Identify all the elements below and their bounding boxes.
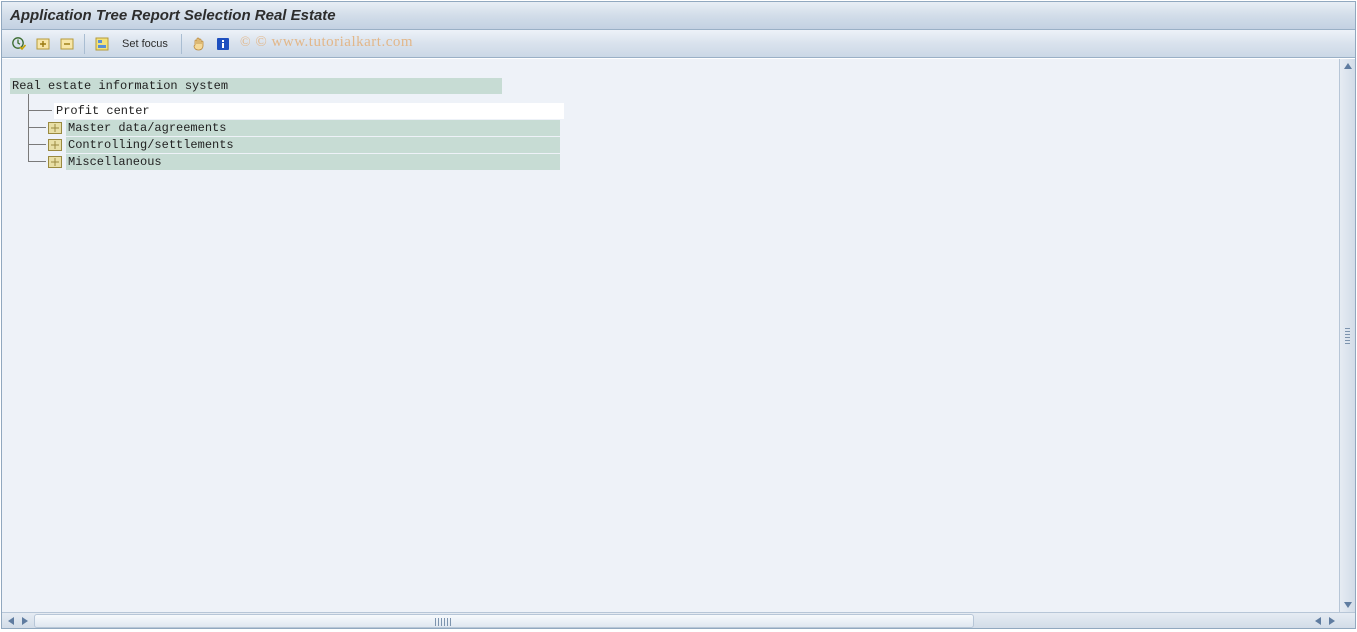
tree-node-label: Master data/agreements [66,120,560,136]
expand-node-button[interactable] [32,33,54,55]
hand-icon [191,36,207,52]
app-window: Application Tree Report Selection Real E… [1,1,1356,629]
tree-node-label: Profit center [54,103,564,119]
folder-closed-icon [48,156,62,168]
tree-node-label: Controlling/settlements [66,137,560,153]
scroll-up-icon[interactable] [1341,59,1355,73]
scrollbar-grip[interactable] [1345,328,1350,344]
tree-root[interactable]: Real estate information system [10,77,564,94]
print-button[interactable] [188,33,210,55]
scrollbar-track[interactable] [34,614,974,628]
tree-node-controlling[interactable]: Controlling/settlements [10,136,564,153]
tree-root-label: Real estate information system [10,78,502,94]
tree-children: Profit center Master data/agreements Con… [10,102,564,170]
scroll-right-icon[interactable] [1325,614,1339,628]
collapse-node-button[interactable] [56,33,78,55]
watermark: © © www.tutorialkart.com [240,34,413,51]
scrollbar-thumb[interactable] [35,615,973,627]
title-bar: Application Tree Report Selection Real E… [2,2,1355,30]
info-button[interactable] [212,33,234,55]
set-focus-button[interactable]: Set focus [115,33,175,55]
horizontal-scrollbar[interactable] [2,612,1355,628]
layout-button[interactable] [91,33,113,55]
info-icon [215,36,231,52]
toolbar-separator [181,34,182,54]
tree-node-label: Miscellaneous [66,154,560,170]
layout-icon [94,36,110,52]
vertical-scrollbar[interactable] [1339,59,1355,612]
scroll-left-icon[interactable] [1311,614,1325,628]
page-title: Application Tree Report Selection Real E… [10,7,336,24]
toolbar: Set focus © © www.tutorialkart.com [2,30,1355,58]
tree: Real estate information system Profit ce… [10,77,564,170]
scroll-right-icon[interactable] [18,614,32,628]
scroll-down-icon[interactable] [1341,598,1355,612]
expand-icon [35,36,51,52]
folder-closed-icon [48,139,62,151]
tree-node-miscellaneous[interactable]: Miscellaneous [10,153,564,170]
content-area: Real estate information system Profit ce… [2,59,1355,612]
tree-node-profit-center[interactable]: Profit center [10,102,564,119]
toolbar-separator [84,34,85,54]
scrollbar-grip [435,618,451,626]
execute-button[interactable] [8,33,30,55]
collapse-icon [59,36,75,52]
tree-node-master-data[interactable]: Master data/agreements [10,119,564,136]
folder-closed-icon [48,122,62,134]
scroll-left-icon[interactable] [4,614,18,628]
clock-check-icon [11,36,27,52]
